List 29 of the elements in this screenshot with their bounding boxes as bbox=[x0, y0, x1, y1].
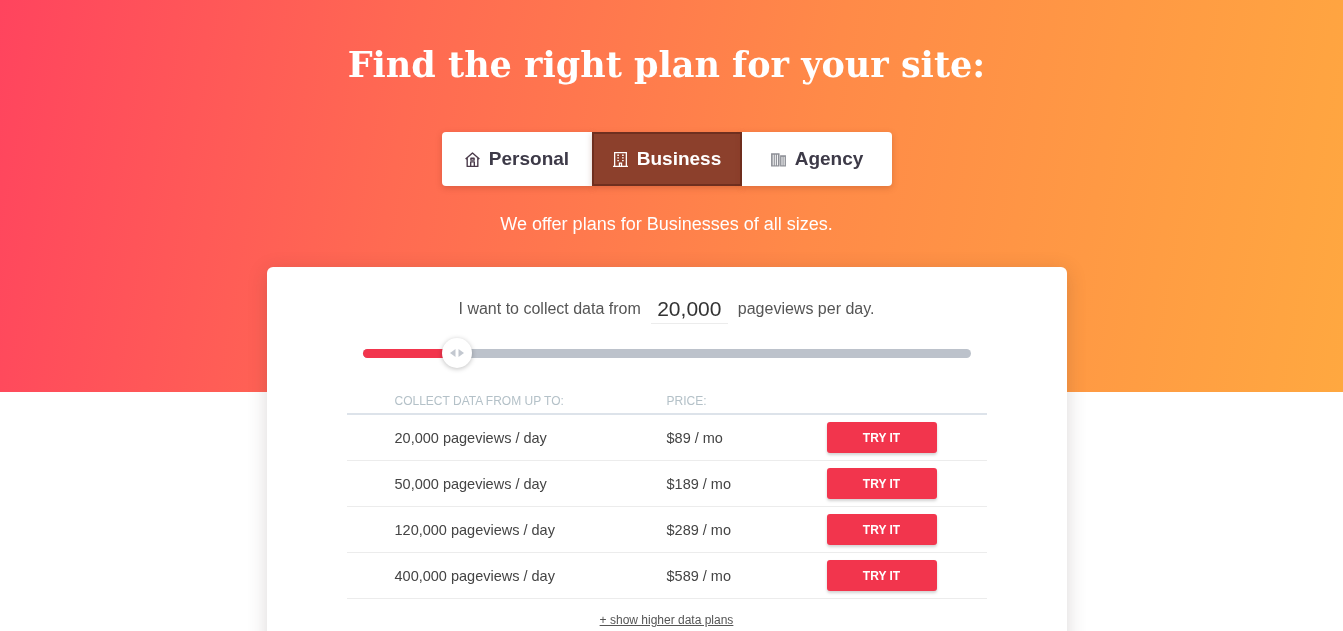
try-it-button[interactable]: TRY IT bbox=[826, 422, 937, 453]
left-right-arrows-icon bbox=[450, 349, 465, 357]
try-it-button[interactable]: TRY IT bbox=[826, 560, 937, 591]
table-cell-text: 120,000 pageviews / day bbox=[394, 521, 556, 538]
pageviews-input[interactable]: 20,000 bbox=[650, 294, 728, 324]
try-it-button[interactable]: TRY IT bbox=[826, 468, 937, 499]
try-it-button[interactable]: TRY IT bbox=[826, 514, 937, 545]
sentence-text: I want to collect data from bbox=[458, 300, 641, 318]
table-cell-text: $89 / mo bbox=[666, 429, 724, 446]
page-title: Find the right plan for your site: bbox=[347, 43, 986, 87]
sentence-text: pageviews per day. bbox=[737, 300, 875, 318]
buildings-icon bbox=[769, 150, 787, 168]
show-higher-plans-link[interactable]: + show higher data plans bbox=[599, 613, 734, 627]
table-cell-text: $189 / mo bbox=[666, 475, 732, 492]
table-cell-text: 400,000 pageviews / day bbox=[394, 567, 556, 584]
office-building-icon bbox=[611, 150, 629, 168]
house-icon bbox=[463, 150, 481, 168]
table-cell-text: 20,000 pageviews / day bbox=[394, 429, 548, 446]
plan-tab[interactable]: Business bbox=[591, 132, 742, 186]
slider-track[interactable] bbox=[362, 338, 971, 368]
plan-tab[interactable]: Agency bbox=[741, 132, 892, 186]
column-header: PRICE: bbox=[666, 394, 708, 408]
table-cell-text: $289 / mo bbox=[666, 521, 732, 538]
slider-handle[interactable] bbox=[442, 338, 473, 368]
subtitle: We offer plans for Businesses of all sizes. bbox=[500, 213, 833, 236]
plan-tab[interactable]: Personal bbox=[441, 132, 592, 186]
table-cell-text: $589 / mo bbox=[666, 567, 732, 584]
column-header: COLLECT DATA FROM UP TO: bbox=[394, 394, 565, 408]
table-cell-text: 50,000 pageviews / day bbox=[394, 475, 548, 492]
